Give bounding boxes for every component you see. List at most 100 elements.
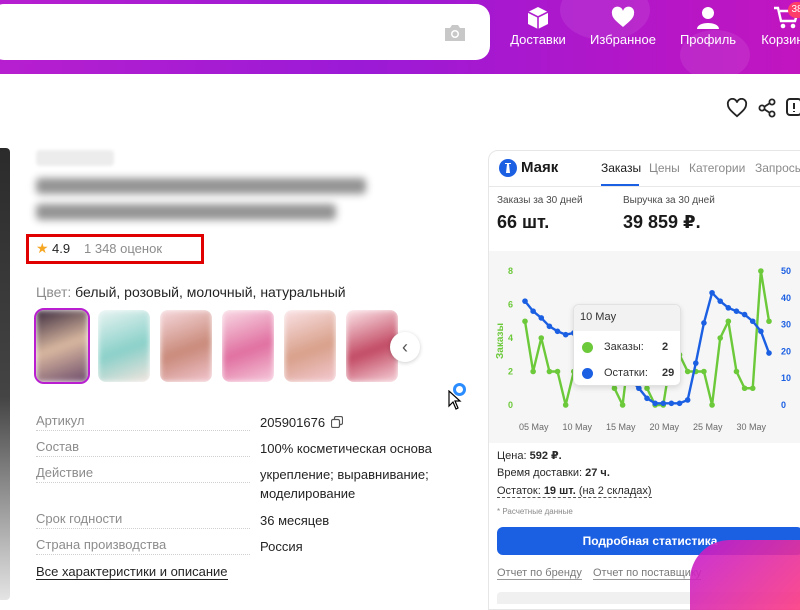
series-point: [758, 328, 764, 335]
copy-icon[interactable]: [330, 415, 343, 429]
active-tab-indicator: [601, 184, 639, 186]
series-point: [749, 385, 756, 392]
price-label: Цена:: [497, 450, 527, 462]
spec-key: Действие: [36, 465, 250, 483]
series-point: [717, 335, 723, 341]
series-point: [644, 395, 650, 402]
series-point: [725, 318, 732, 325]
share-icon[interactable]: [757, 98, 777, 118]
product-title-blurred: [36, 178, 376, 230]
spec-value: 205901676: [260, 413, 460, 432]
x-tick-label: 20 May: [650, 422, 680, 432]
color-thumbnail[interactable]: [34, 308, 90, 384]
nav-deliveries-label: Доставки: [510, 32, 566, 47]
y-left-tick-label: 6: [508, 300, 513, 310]
search-bar[interactable]: [0, 4, 490, 60]
nav-favorites[interactable]: Избранное: [588, 6, 658, 47]
color-thumbnail[interactable]: [284, 310, 336, 382]
series-point: [538, 315, 545, 321]
rating-value: 4.9: [52, 241, 71, 256]
stock-dot-icon: [582, 368, 593, 379]
y-left-tick-label: 4: [508, 333, 513, 343]
cart-count-badge: 38: [788, 2, 800, 18]
color-thumbnail[interactable]: [222, 310, 274, 382]
series-point: [741, 311, 748, 318]
series-point: [554, 328, 561, 335]
orders-dot-icon: [582, 342, 593, 353]
favorite-heart-icon[interactable]: [726, 98, 748, 118]
product-photo-edge[interactable]: [0, 148, 10, 600]
tab-categories[interactable]: Категории: [689, 161, 745, 175]
price-value: 592 ₽.: [529, 450, 562, 462]
x-tick-label: 05 May: [519, 422, 549, 432]
stock-line[interactable]: Остаток: 19 шт. (на 2 складах): [497, 485, 652, 498]
delivery-label: Время доставки:: [497, 467, 583, 479]
series-point: [644, 385, 650, 392]
series-point: [693, 360, 699, 366]
series-point: [546, 323, 553, 330]
report-icon[interactable]: [786, 98, 800, 118]
y-right-tick-label: 10: [781, 373, 791, 383]
series-point: [530, 308, 536, 314]
y-right-tick-label: 40: [781, 293, 791, 303]
delivery-line: Время доставки: 27 ч.: [497, 467, 610, 479]
all-specs-link[interactable]: Все характеристики и описание: [36, 564, 228, 580]
revenue-30d-value: 39 859 ₽.: [623, 212, 701, 232]
series-point: [668, 400, 675, 407]
series-point: [684, 397, 691, 403]
tooltip-date: 10 May: [574, 305, 680, 331]
tooltip-stock-value: 29: [662, 367, 675, 379]
tooltip-orders-value: 2: [662, 341, 669, 353]
reviews-count[interactable]: 1 348 оценок: [84, 241, 162, 256]
spec-key: Срок годности: [36, 511, 250, 529]
series-point: [749, 318, 756, 325]
series-point: [701, 320, 707, 326]
spec-key: Страна производства: [36, 537, 250, 555]
y-left-tick-label: 8: [508, 266, 513, 276]
series-point: [709, 289, 715, 296]
brand-chip-blurred[interactable]: [36, 150, 114, 166]
series-point: [766, 350, 772, 356]
stock-label: Остаток:: [497, 485, 541, 497]
series-point: [701, 368, 707, 375]
y-right-tick-label: 20: [781, 346, 791, 356]
color-thumbnail[interactable]: [98, 310, 150, 382]
article-number[interactable]: 205901676: [260, 415, 325, 430]
supplier-report-link[interactable]: Отчет по поставщику: [593, 567, 702, 580]
series-point: [554, 368, 561, 375]
thumbnails-next-button[interactable]: ‹: [390, 332, 420, 362]
calc-note: * Расчетные данные: [497, 507, 573, 516]
color-thumbnail[interactable]: [160, 310, 212, 382]
tab-orders[interactable]: Заказы: [601, 161, 641, 175]
color-line: Цвет: белый, розовый, молочный, натураль…: [36, 284, 346, 300]
series-point: [733, 308, 740, 314]
orders-30d-value: 66 шт.: [497, 212, 550, 232]
y-right-tick-label: 0: [781, 400, 786, 410]
nav-favorites-label: Избранное: [590, 32, 656, 47]
brand-report-link[interactable]: Отчет по бренду: [497, 567, 582, 580]
delivery-value: 27 ч.: [585, 467, 610, 479]
mouse-cursor-icon: [448, 390, 462, 410]
user-icon: [697, 7, 719, 29]
stock-value: 19 шт.: [543, 485, 576, 497]
tab-queries[interactable]: Запросы: [755, 161, 800, 175]
top-header: Доставки Избранное Профиль Корзина 38: [0, 0, 800, 80]
nav-cart-label: Корзина: [761, 32, 800, 47]
nav-profile[interactable]: Профиль: [678, 6, 738, 47]
spec-key: Артикул: [36, 413, 250, 431]
series-point: [733, 368, 740, 375]
stock-note: (на 2 складах): [578, 485, 652, 497]
camera-icon[interactable]: [443, 24, 467, 42]
star-icon: ★: [36, 240, 49, 256]
x-tick-label: 10 May: [563, 422, 593, 432]
series-point: [684, 368, 691, 375]
nav-deliveries[interactable]: Доставки: [508, 6, 568, 47]
tab-prices[interactable]: Цены: [649, 161, 680, 175]
series-point: [619, 402, 626, 408]
x-tick-label: 25 May: [693, 422, 723, 432]
heart-icon: [611, 6, 635, 27]
spec-value: укрепление; выравнивание; моделирование: [260, 467, 429, 501]
series-point: [717, 298, 723, 304]
orders-30d-label: Заказы за 30 дней: [497, 195, 583, 206]
tooltip-orders-label: Заказы:: [604, 341, 644, 353]
